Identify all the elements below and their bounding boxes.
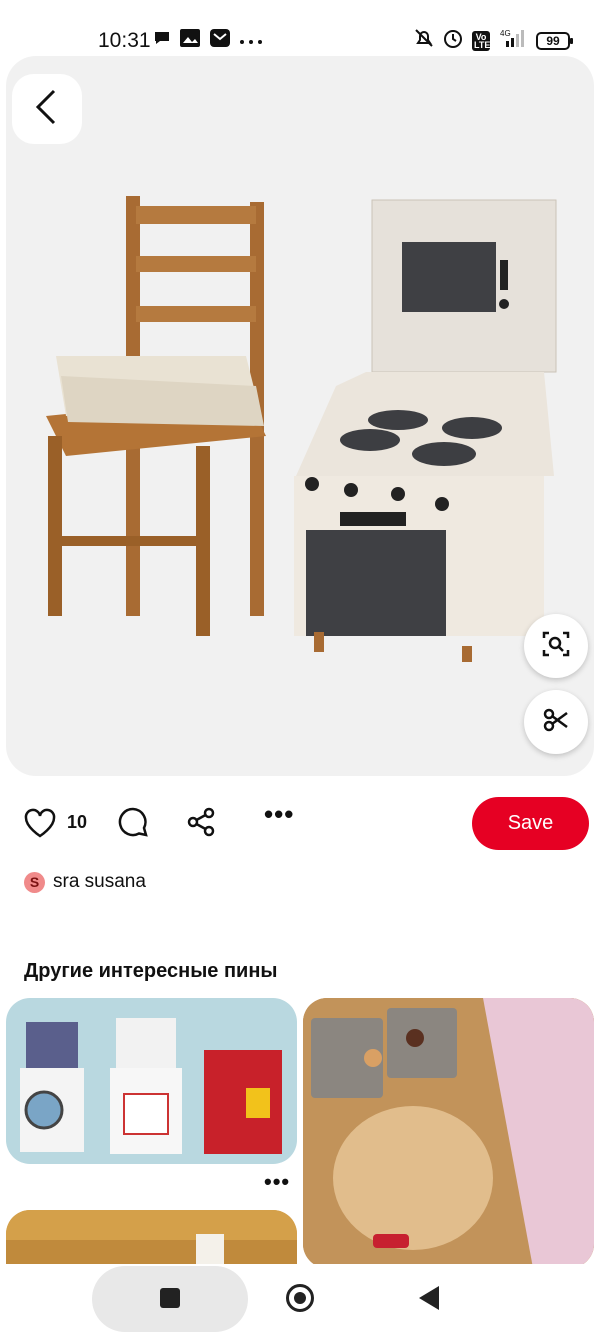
alarm-icon (442, 27, 464, 54)
heart-icon[interactable] (24, 808, 56, 843)
volte-badge: Vo LTE (472, 30, 491, 51)
image-icon (179, 28, 201, 53)
related-pin-more-button[interactable]: ••• (264, 1171, 290, 1193)
author-name: sra susana (53, 871, 146, 892)
like-count: 10 (67, 812, 88, 832)
related-pin-card[interactable] (6, 1210, 297, 1270)
back-icon (34, 89, 60, 130)
save-button[interactable]: Save (472, 797, 589, 850)
related-pin-card[interactable] (303, 998, 594, 1268)
status-bar: 10:31 Vo LTE 4G 99 (0, 0, 600, 56)
recents-icon[interactable] (160, 1288, 180, 1308)
cookie-play-image (303, 998, 594, 1268)
back-triangle-icon[interactable] (419, 1286, 439, 1310)
back-button[interactable] (12, 74, 82, 144)
status-time: 10:31 (98, 29, 151, 52)
pin-author[interactable]: S sra susana (24, 871, 146, 893)
more-options-button[interactable]: ••• (264, 801, 294, 827)
mail-icon (209, 28, 231, 53)
chair-covers-image (20, 1018, 282, 1154)
home-icon[interactable] (286, 1284, 314, 1312)
pin-image[interactable] (6, 56, 594, 776)
comment-icon[interactable] (117, 806, 149, 843)
kitchen-image (6, 1210, 297, 1270)
more-dots-icon (239, 32, 263, 50)
system-navigation-bar (0, 1264, 600, 1333)
network-label: 4G (500, 29, 511, 38)
signal-icon: 4G (498, 28, 528, 53)
avatar: S (24, 871, 45, 893)
related-pin-card[interactable] (6, 998, 297, 1164)
visual-search-icon (541, 629, 571, 664)
battery-icon: 99 (536, 31, 573, 50)
crop-button[interactable] (524, 690, 588, 754)
chat-bubble-icon (153, 29, 171, 52)
share-icon[interactable] (186, 807, 216, 842)
pin-actions: 10 ••• Save (0, 796, 600, 852)
mute-bell-icon (414, 28, 434, 53)
visual-search-button[interactable] (524, 614, 588, 678)
chair-and-stove-image (46, 196, 557, 662)
related-pins-title: Другие интересные пины (24, 960, 278, 982)
scissors-icon (543, 707, 569, 738)
